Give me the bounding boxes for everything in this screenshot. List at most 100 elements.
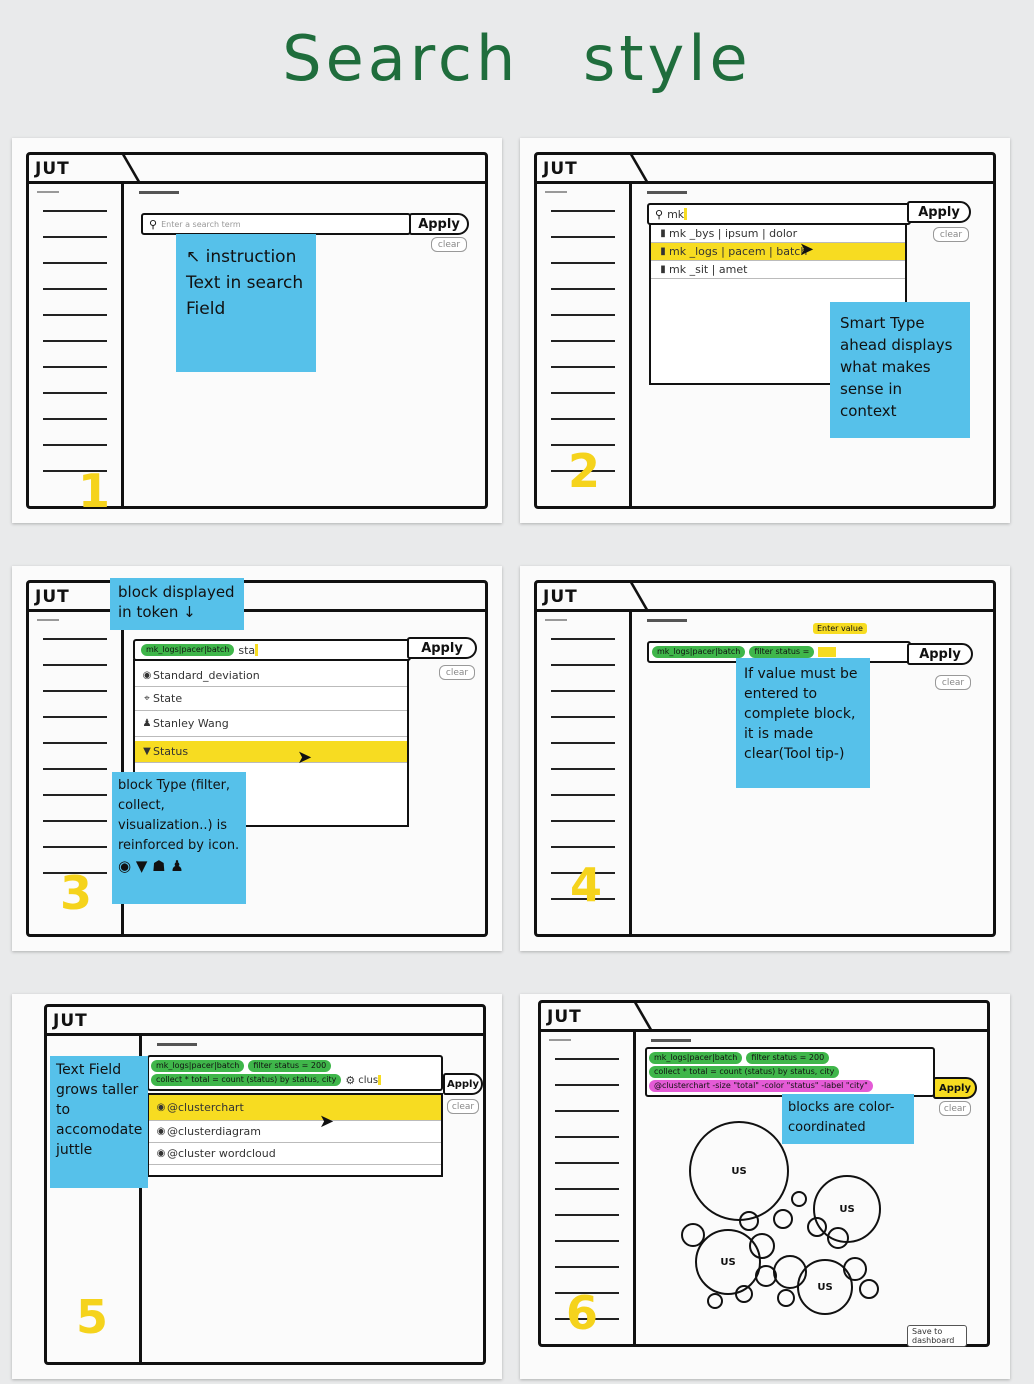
sidebar-items — [43, 210, 107, 496]
suggestion-item[interactable]: ▼ Status — [135, 741, 407, 763]
search-input[interactable]: mk_logs|pacer|batch filter status = 200 … — [147, 1055, 443, 1091]
suggestion-item[interactable]: ▮ mk _bys | ipsum | dolor — [651, 225, 905, 243]
suggestion-item[interactable]: ◉ @clusterdiagram — [149, 1121, 441, 1143]
suggestion-item[interactable]: ▮ mk _logs | pacem | batch — [651, 243, 905, 261]
sticky-note-top: block displayed in token ↓ — [110, 578, 244, 630]
save-to-dashboard-button[interactable]: Save to dashboard — [907, 1325, 967, 1347]
sticky-note: Text Field grows taller to accomodate ju… — [50, 1056, 148, 1188]
clear-button[interactable]: clear — [431, 237, 467, 252]
suggestion-item[interactable]: ▮ mk _sit | amet — [651, 261, 905, 279]
sticky-note: block Type (filter, collect, visualizati… — [112, 772, 246, 904]
jut-logo: JUT — [35, 587, 70, 607]
sticky-note: Smart Type ahead displays what makes sen… — [830, 302, 970, 438]
bubble — [843, 1257, 867, 1281]
sticky-note: ↖ instruction Text in search Field — [176, 234, 316, 372]
database-icon: ▮ — [660, 228, 666, 239]
wireframe-window: JUT mk_logs|pacer|batch filter status = … — [538, 1000, 990, 1347]
eye-icon: ◉ — [142, 670, 152, 681]
cursor-icon: ➤ — [799, 239, 815, 260]
value-slot[interactable] — [818, 647, 837, 657]
apply-button[interactable]: Apply — [907, 201, 971, 223]
filter-token[interactable]: filter status = 200 — [746, 1052, 830, 1064]
storyboard-panel-1: JUT ⚲ Enter a search term Apply clear ↖ … — [12, 138, 502, 523]
storyboard-panel-5: JUT mk_logs|pacer|batch filter status = … — [12, 994, 502, 1379]
bubble — [707, 1293, 723, 1309]
panel-number: 3 — [60, 866, 93, 920]
database-icon: ▮ — [660, 264, 666, 275]
funnel-icon: ▼ — [143, 746, 151, 757]
bubble[interactable]: US — [689, 1121, 789, 1221]
collect-token[interactable]: collect * total = count (status) by stat… — [649, 1066, 840, 1078]
collect-token[interactable]: collect * total = count (status) by stat… — [151, 1074, 342, 1086]
suggestion-item[interactable]: ◉ @clusterchart — [149, 1095, 441, 1121]
sidebar — [633, 1032, 636, 1344]
source-token[interactable]: mk_logs|pacer|batch — [652, 646, 746, 658]
source-token[interactable]: mk_logs|pacer|batch — [649, 1052, 743, 1064]
apply-button[interactable]: Apply — [443, 1073, 483, 1095]
suggestion-item[interactable]: ◉ Standard_deviation — [135, 665, 407, 687]
clear-button[interactable]: clear — [447, 1099, 479, 1114]
storyboard-panel-4: JUT mk_logs|pacer|batch filter status = … — [520, 566, 1010, 951]
bubble — [859, 1279, 879, 1299]
bubble — [777, 1289, 795, 1307]
search-input[interactable]: mk_logs|pacer|batch sta — [133, 639, 411, 661]
breadcrumb — [647, 619, 687, 622]
filter-token[interactable]: filter status = — [749, 646, 815, 658]
bubble — [791, 1191, 807, 1207]
storyboard-panel-3: JUT mk_logs|pacer|batch sta Apply clear … — [12, 566, 502, 951]
source-token[interactable]: mk_logs|pacer|batch — [151, 1059, 245, 1072]
jut-logo: JUT — [35, 159, 70, 179]
search-input[interactable]: mk_logs|pacer|batch filter status = 200 … — [645, 1047, 935, 1097]
suggestion-item[interactable]: ♟ Stanley Wang — [135, 711, 407, 737]
jut-logo: JUT — [543, 587, 578, 607]
bubble — [739, 1211, 759, 1231]
jut-logo: JUT — [543, 159, 578, 179]
sticky-note: blocks are color-coordinated — [782, 1094, 914, 1144]
bubble — [773, 1209, 793, 1229]
block-type-icons: ◉ ▼ ☗ ♟ — [118, 857, 184, 875]
apply-button[interactable]: Apply — [907, 643, 973, 665]
clear-button[interactable]: clear — [939, 1101, 971, 1116]
bubble — [807, 1217, 827, 1237]
bubble — [735, 1285, 753, 1303]
clear-button[interactable]: clear — [933, 227, 969, 242]
panel-number: 6 — [566, 1286, 599, 1340]
database-icon: ▮ — [660, 246, 666, 257]
bubble — [681, 1223, 705, 1247]
search-icon: ⚲ — [655, 207, 664, 221]
search-icon: ⚙ — [345, 1073, 356, 1087]
breadcrumb — [647, 191, 687, 194]
apply-button[interactable]: Apply — [409, 213, 469, 235]
storyboard-panel-2: JUT ⚲ mk Apply clear ▮ mk _bys | ipsum | … — [520, 138, 1010, 523]
sidebar — [629, 612, 632, 934]
bubble — [755, 1265, 777, 1287]
eye-icon: ◉ — [156, 1148, 166, 1159]
filter-icon: ⌖ — [144, 693, 150, 704]
clear-button[interactable]: clear — [935, 675, 971, 690]
user-icon: ♟ — [142, 718, 152, 729]
jut-logo: JUT — [547, 1007, 582, 1027]
sidebar-items — [43, 638, 107, 898]
source-token[interactable]: mk_logs|pacer|batch — [141, 644, 235, 656]
visualization-token[interactable]: @clusterchart -size "total" -color "stat… — [649, 1080, 873, 1092]
eye-icon: ◉ — [156, 1126, 166, 1137]
suggestion-item[interactable]: ◉ @cluster wordcloud — [149, 1143, 441, 1165]
bubble — [827, 1227, 849, 1249]
bubble — [749, 1233, 775, 1259]
sticky-note: If value must be entered to complete blo… — [736, 658, 870, 788]
filter-token[interactable]: filter status = 200 — [248, 1059, 332, 1072]
sidebar — [121, 184, 124, 506]
page-title: Search style — [282, 22, 752, 95]
apply-button[interactable]: Apply — [933, 1077, 977, 1099]
cursor-icon: ➤ — [319, 1111, 335, 1132]
clear-button[interactable]: clear — [439, 665, 475, 680]
panel-number: 5 — [76, 1290, 109, 1344]
suggestion-item[interactable]: ⌖ State — [135, 687, 407, 711]
breadcrumb — [651, 1039, 691, 1042]
panel-number: 2 — [568, 444, 601, 498]
search-input[interactable]: ⚲ Enter a search term — [141, 213, 411, 235]
sidebar — [629, 184, 632, 506]
suggestion-dropdown: ◉ @clusterchart ◉ @clusterdiagram ◉ @cluste… — [147, 1093, 443, 1177]
search-input[interactable]: ⚲ mk — [647, 203, 911, 225]
apply-button[interactable]: Apply — [407, 637, 477, 659]
